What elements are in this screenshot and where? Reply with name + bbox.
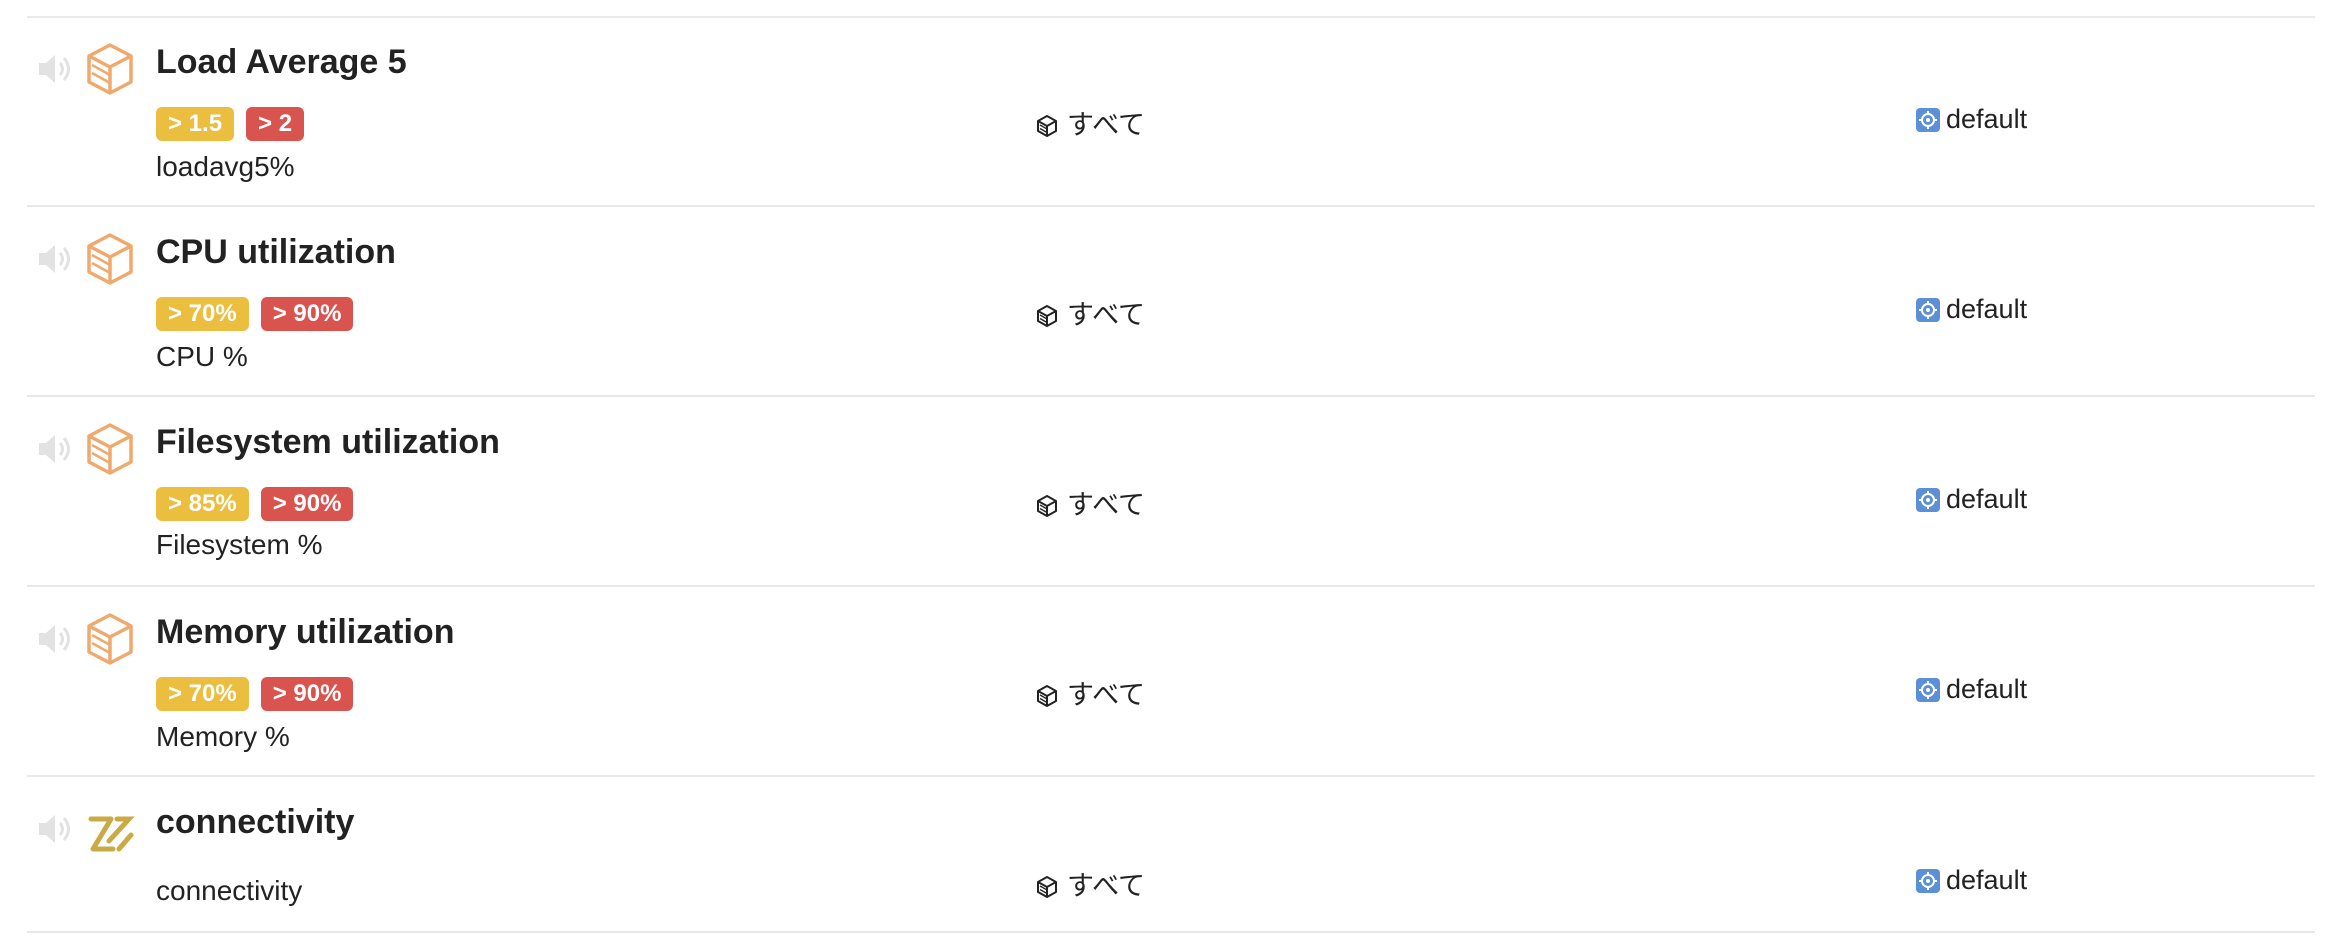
channel-gear-icon	[1916, 868, 1940, 893]
threshold-badges: > 85% > 90%	[156, 487, 354, 521]
notification-channel[interactable]: default	[1916, 106, 2027, 133]
monitor-name[interactable]: Filesystem utilization	[156, 425, 500, 459]
speaker-icon[interactable]	[35, 811, 73, 847]
monitor-row[interactable]: connectivity connectivity すべて default	[27, 777, 2315, 933]
channel-label: default	[1946, 674, 2028, 704]
scope[interactable]: すべて	[1035, 873, 1145, 900]
channel-label: default	[1946, 104, 2028, 134]
metric-label: connectivity	[156, 875, 303, 906]
scope-label: すべて	[1067, 300, 1146, 330]
box-icon	[87, 613, 133, 665]
scope[interactable]: すべて	[1035, 682, 1145, 709]
metric-label: CPU %	[156, 341, 248, 372]
metric-label: loadavg5%	[156, 151, 295, 182]
critical-badge: > 90%	[260, 487, 354, 521]
warning-badge: > 85%	[156, 487, 249, 521]
monitor-name[interactable]: connectivity	[156, 805, 354, 839]
critical-badge: > 90%	[260, 677, 354, 711]
scope-label: すべて	[1067, 110, 1146, 140]
speaker-icon[interactable]	[35, 51, 73, 87]
speaker-icon[interactable]	[35, 431, 73, 467]
monitor-row[interactable]: Filesystem utilization > 85% > 90% Files…	[27, 397, 2315, 587]
cube-icon	[1037, 494, 1057, 517]
channel-gear-icon	[1916, 297, 1940, 322]
scope[interactable]: すべて	[1035, 112, 1145, 139]
connectivity-icon	[88, 816, 135, 852]
channel-label: default	[1946, 294, 2028, 324]
warning-badge: > 1.5	[156, 107, 235, 141]
channel-gear-icon	[1916, 107, 1940, 132]
scope-label: すべて	[1067, 680, 1146, 710]
cube-icon	[1037, 114, 1057, 137]
notification-channel[interactable]: default	[1916, 486, 2027, 513]
warning-badge: > 70%	[156, 297, 249, 331]
channel-gear-icon	[1916, 487, 1940, 512]
box-icon	[87, 233, 133, 285]
cube-icon	[1037, 304, 1057, 327]
cube-icon	[1037, 684, 1057, 707]
monitor-list: Load Average 5 > 1.5 > 2 loadavg5% すべて d…	[0, 0, 2342, 948]
box-icon	[87, 423, 133, 475]
threshold-badges: > 1.5 > 2	[156, 107, 305, 141]
monitor-name[interactable]: CPU utilization	[156, 235, 396, 269]
cube-icon	[1037, 875, 1057, 898]
notification-channel[interactable]: default	[1916, 296, 2027, 323]
speaker-icon[interactable]	[35, 621, 73, 657]
critical-badge: > 90%	[260, 297, 354, 331]
warning-badge: > 70%	[156, 677, 249, 711]
metric-label: Filesystem %	[156, 529, 323, 560]
channel-label: default	[1946, 484, 2028, 514]
speaker-icon[interactable]	[35, 241, 73, 277]
critical-badge: > 2	[246, 107, 305, 141]
channel-label: default	[1946, 865, 2028, 895]
scope[interactable]: すべて	[1035, 492, 1145, 519]
notification-channel[interactable]: default	[1916, 676, 2027, 703]
scope[interactable]: すべて	[1035, 302, 1145, 329]
monitor-name[interactable]: Load Average 5	[156, 45, 407, 79]
monitor-row[interactable]: CPU utilization > 70% > 90% CPU % すべて de…	[27, 207, 2315, 397]
scope-label: すべて	[1067, 490, 1146, 520]
monitor-row[interactable]: Load Average 5 > 1.5 > 2 loadavg5% すべて d…	[27, 17, 2315, 207]
channel-gear-icon	[1916, 677, 1940, 702]
monitor-name[interactable]: Memory utilization	[156, 615, 454, 649]
monitor-row[interactable]: Memory utilization > 70% > 90% Memory % …	[27, 587, 2315, 777]
scope-label: すべて	[1067, 871, 1146, 901]
box-icon	[87, 43, 133, 95]
threshold-badges: > 70% > 90%	[156, 297, 354, 331]
metric-label: Memory %	[156, 721, 290, 752]
notification-channel[interactable]: default	[1916, 867, 2027, 894]
threshold-badges: > 70% > 90%	[156, 677, 354, 711]
